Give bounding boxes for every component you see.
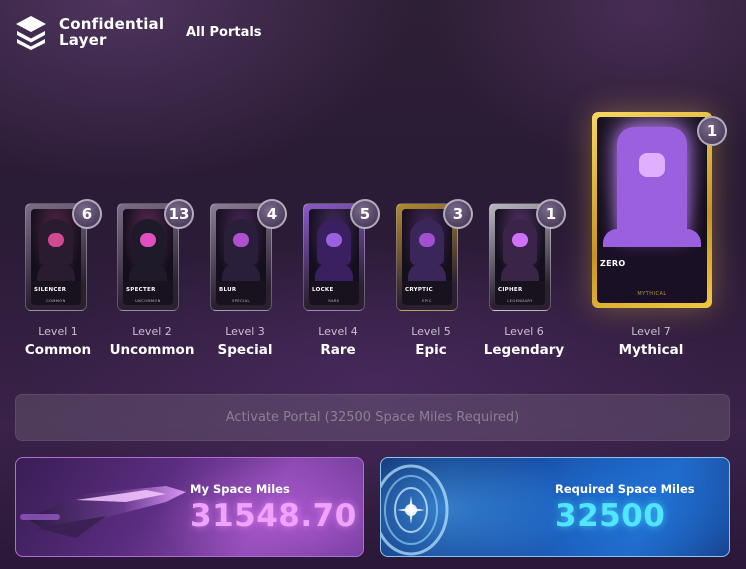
- tier-card-rarity-tag: MYTHICAL: [637, 291, 667, 297]
- activate-portal-button[interactable]: Activate Portal (32500 Space Miles Requi…: [15, 394, 730, 441]
- tier-card-rarity-tag: EPIC: [422, 299, 432, 303]
- tier-level-label: Level 7: [631, 325, 671, 338]
- tier-card-name: SILENCER: [34, 287, 67, 293]
- tier-count-badge: 4: [257, 199, 287, 229]
- tier-rarity-label: Mythical: [618, 342, 684, 358]
- required-space-miles-panel: Required Space Miles 32500: [380, 457, 730, 557]
- tier-level-label: Level 5: [411, 325, 451, 338]
- tier-card-frame: SILENCER COMMON: [31, 209, 81, 305]
- tier-card-rarity-tag: UNCOMMON: [135, 299, 161, 303]
- brand-name-line2: Layer: [59, 31, 107, 49]
- tier-card-rarity-tag: COMMON: [46, 299, 66, 303]
- tier-card-name: ZERO: [600, 259, 626, 268]
- tier-card-frame: ZERO MYTHICAL: [597, 117, 707, 303]
- brand-name-line1: Confidential: [59, 15, 165, 33]
- brand-name: Confidential Layer: [59, 16, 164, 48]
- tier-card-name: BLUR: [219, 287, 237, 293]
- tier-level-label: Level 3: [225, 325, 265, 338]
- all-portals-link[interactable]: All Portals: [186, 25, 262, 40]
- tier-level-label: Level 1: [38, 325, 78, 338]
- tier-rarity-label: Legendary: [483, 342, 565, 358]
- stacked-layers-icon: [16, 16, 46, 50]
- tier-count-badge: 1: [697, 116, 727, 146]
- tier-card-rarity-tag: RARE: [328, 299, 340, 303]
- tier-card-frame: SPECTER UNCOMMON: [123, 209, 173, 305]
- tier-card-frame: CIPHER LEGENDARY: [495, 209, 545, 305]
- portal-vortex-icon: [381, 464, 449, 556]
- tier-card-frame: CRYPTIC EPIC: [402, 209, 452, 305]
- tier-count-badge: 6: [72, 199, 102, 229]
- spaceship-icon: [20, 486, 186, 538]
- tier-level-label: Level 6: [504, 325, 544, 338]
- tier-count-badge: 5: [350, 199, 380, 229]
- tier-card-rarity-tag: LEGENDARY: [507, 299, 533, 303]
- tier-card-name: LOCKE: [312, 287, 334, 293]
- required-space-miles-value: 32500: [555, 498, 666, 534]
- tier-card-name: SPECTER: [126, 287, 156, 293]
- tier-card-name: CIPHER: [498, 287, 523, 293]
- tier-count-badge: 13: [164, 199, 194, 229]
- hooded-figure-icon: [597, 117, 707, 247]
- tier-count-badge: 1: [536, 199, 566, 229]
- tier-card-rarity-tag: SPECIAL: [232, 299, 250, 303]
- tier-card-mythical[interactable]: ZERO MYTHICAL: [592, 112, 712, 308]
- tier-card-frame: BLUR SPECIAL: [216, 209, 266, 305]
- tier-level-label: Level 2: [132, 325, 172, 338]
- tier-count-badge: 3: [443, 199, 473, 229]
- required-space-miles-label: Required Space Miles: [555, 482, 695, 496]
- tier-card-name: CRYPTIC: [405, 287, 433, 293]
- my-space-miles-value: 31548.70: [190, 498, 357, 534]
- my-space-miles-label: My Space Miles: [190, 482, 290, 496]
- tier-level-label: Level 4: [318, 325, 358, 338]
- tier-card-frame: LOCKE RARE: [309, 209, 359, 305]
- my-space-miles-panel: My Space Miles 31548.70: [15, 457, 364, 557]
- brand[interactable]: Confidential Layer: [14, 14, 164, 50]
